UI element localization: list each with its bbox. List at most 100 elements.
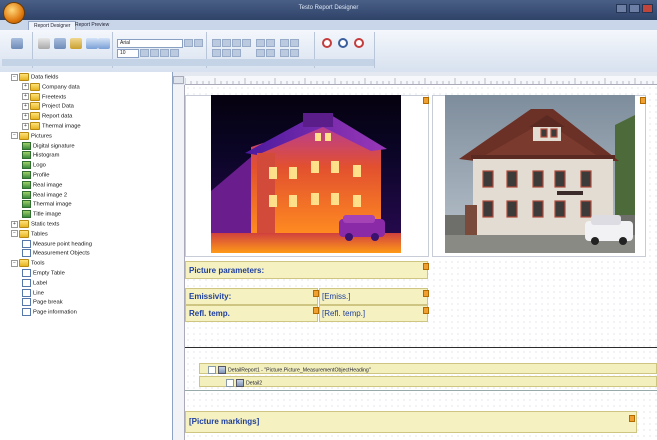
minimize-button[interactable]	[616, 4, 627, 13]
tree-item[interactable]: + Static texts	[11, 220, 59, 228]
justify-icon[interactable]	[242, 39, 251, 47]
align-bottom-icon[interactable]	[232, 49, 241, 57]
close-button[interactable]	[642, 4, 653, 13]
v-spacing-icon[interactable]	[266, 49, 275, 57]
detail-report-label: DetailReport1 - "Picture.Picture_Measure…	[228, 367, 371, 374]
align-center-icon[interactable]	[222, 39, 231, 47]
center-v-icon[interactable]	[290, 49, 299, 57]
detail2-collapse-icon[interactable]	[226, 379, 234, 387]
tree-item[interactable]: Profile	[22, 171, 49, 179]
bring-front-icon[interactable]	[256, 39, 265, 47]
bold-icon[interactable]	[140, 49, 149, 57]
emissivity-label-cell[interactable]: Emissivity:	[185, 288, 318, 305]
tree-item[interactable]: Real image	[22, 180, 62, 189]
refl-temp-value-cell[interactable]: [Refl. temp.]	[319, 305, 428, 322]
redo-icon[interactable]	[98, 38, 110, 49]
zoom-icon[interactable]	[338, 38, 348, 48]
tree-item[interactable]: − Tables	[11, 229, 48, 238]
picture-parameters-band[interactable]: Picture parameters:	[185, 261, 428, 279]
picture-markings-anchor-icon[interactable]	[629, 415, 635, 422]
tree-item[interactable]: Measurement Objects	[22, 249, 90, 258]
refl-temp-label-cell[interactable]: Refl. temp.	[185, 305, 318, 322]
tree-item[interactable]: − Data fields	[11, 73, 58, 81]
tree-item[interactable]: + Thermal image	[22, 122, 81, 130]
app-menu-button[interactable]	[3, 2, 25, 24]
tree-item[interactable]: Label	[22, 278, 47, 287]
h-spacing-icon[interactable]	[256, 49, 265, 57]
table-icon	[22, 269, 31, 277]
zoom-out-icon[interactable]	[322, 38, 332, 48]
expand-icon[interactable]: +	[11, 220, 18, 228]
detail-report-band[interactable]: DetailReport1 - "Picture.Picture_Measure…	[199, 363, 657, 374]
same-width-icon[interactable]	[280, 39, 289, 47]
tree-item[interactable]: Real image 2	[22, 190, 67, 199]
picture-parameters-anchor-icon[interactable]	[423, 263, 429, 270]
thermal-image[interactable]	[211, 95, 401, 253]
same-height-icon[interactable]	[290, 39, 299, 47]
underline-icon[interactable]	[160, 49, 169, 57]
thermal-image-anchor-icon[interactable]	[423, 97, 429, 104]
align-left-icon[interactable]	[212, 39, 221, 47]
tree-item[interactable]: − Tools	[11, 259, 45, 268]
collapse-icon[interactable]: −	[11, 73, 18, 81]
tree-item[interactable]: Digital signature	[22, 141, 75, 150]
undo-icon[interactable]	[86, 38, 98, 49]
picture-markings-label: [Picture markings]	[189, 417, 260, 426]
expand-icon[interactable]: +	[22, 122, 29, 130]
real-image-anchor-icon[interactable]	[640, 97, 646, 104]
tree-item-label: Freetexts	[42, 94, 67, 101]
new-icon[interactable]	[11, 38, 23, 49]
emissivity-value-anchor-icon[interactable]	[423, 290, 429, 297]
italic-icon[interactable]	[150, 49, 159, 57]
tree-item[interactable]: Page break	[22, 298, 63, 307]
expand-icon[interactable]: +	[22, 83, 29, 91]
tree-item-label: Page information	[33, 309, 77, 316]
tree-item[interactable]: + Report data	[22, 112, 72, 121]
expand-icon[interactable]: +	[22, 112, 29, 120]
align-top-icon[interactable]	[212, 49, 221, 57]
tree-item[interactable]: Title image	[22, 210, 61, 219]
maximize-button[interactable]	[629, 4, 640, 13]
tree-item[interactable]: Thermal image	[22, 200, 72, 209]
font-grow-icon[interactable]	[184, 39, 193, 47]
paste-icon[interactable]	[70, 38, 82, 49]
collapse-icon[interactable]: −	[11, 132, 18, 140]
collapse-icon[interactable]: −	[11, 230, 18, 238]
tree-item[interactable]: Histogram	[22, 151, 60, 160]
detail-report-collapse-icon[interactable]	[208, 366, 216, 374]
tree-item[interactable]: + Freetexts	[22, 92, 67, 101]
tree-item-label: Histogram	[33, 152, 60, 159]
tree-item[interactable]: + Project Data	[22, 102, 74, 111]
real-image[interactable]	[445, 95, 635, 253]
tree-item[interactable]: Empty Table	[22, 269, 65, 277]
tree-item-label: Pictures	[31, 133, 52, 140]
tree-item[interactable]: Logo	[22, 161, 46, 170]
tree-item[interactable]: Measure point heading	[22, 239, 92, 248]
font-shrink-icon[interactable]	[194, 39, 203, 47]
expand-icon[interactable]: +	[22, 93, 29, 101]
font-color-icon[interactable]	[170, 49, 179, 57]
tree-item-label: Profile	[33, 172, 50, 179]
open-icon[interactable]	[38, 38, 50, 49]
font-size-combo[interactable]: 10	[117, 49, 139, 58]
align-middle-icon[interactable]	[222, 49, 231, 57]
zoom-in-icon[interactable]	[354, 38, 364, 48]
tree-item[interactable]: + Company data	[22, 82, 80, 91]
detail2-band[interactable]: Detail2	[199, 376, 657, 387]
tree-item[interactable]: Page information	[22, 308, 77, 317]
tab-report-preview[interactable]: Report Preview	[70, 21, 114, 30]
tree-item[interactable]: − Pictures	[11, 131, 52, 140]
tree-item[interactable]: Line	[22, 288, 44, 297]
save-icon[interactable]	[54, 38, 66, 49]
picture-markings-band[interactable]: [Picture markings]	[185, 411, 637, 433]
center-h-icon[interactable]	[280, 49, 289, 57]
tree-item-label: Empty Table	[33, 270, 65, 277]
ruler-corner[interactable]	[173, 76, 184, 84]
send-back-icon[interactable]	[266, 39, 275, 47]
font-combo[interactable]: Arial	[117, 39, 183, 48]
align-right-icon[interactable]	[232, 39, 241, 47]
expand-icon[interactable]: +	[22, 102, 29, 110]
refl-temp-value-anchor-icon[interactable]	[423, 307, 429, 314]
collapse-icon[interactable]: −	[11, 259, 18, 267]
emissivity-value-cell[interactable]: [Emiss.]	[319, 288, 428, 305]
